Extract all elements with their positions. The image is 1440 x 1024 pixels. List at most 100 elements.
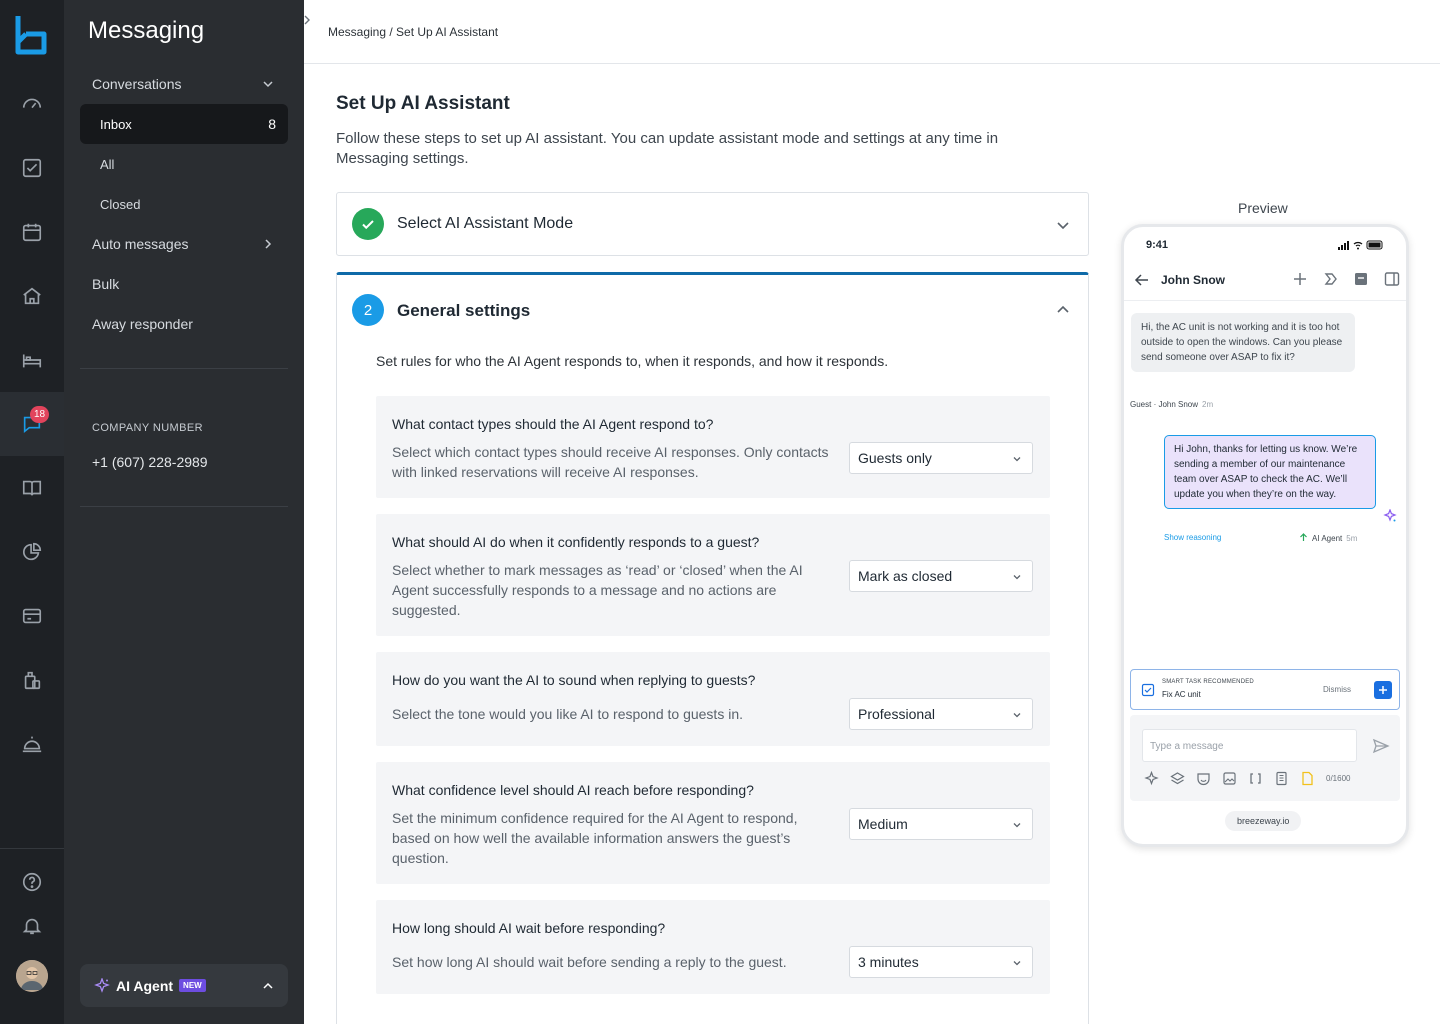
confidence-level-select[interactable]: Medium [849,808,1033,840]
nav-closed[interactable]: Closed [80,184,288,224]
chevron-down-icon [1013,961,1021,966]
chevron-up-icon[interactable] [1056,303,1070,317]
arrow-up-icon [1300,533,1307,541]
task-check-icon [1141,683,1155,697]
setting-wait-time: How long should AI wait before respondin… [376,900,1050,994]
show-reasoning-link[interactable]: Show reasoning [1164,533,1221,542]
nav-divider [80,368,288,369]
setting-tone: How do you want the AI to sound when rep… [376,652,1050,746]
step-select-mode[interactable]: Select AI Assistant Mode [336,192,1089,256]
add-task-button[interactable] [1374,681,1392,699]
nav-bulk[interactable]: Bulk [80,264,288,304]
bed-icon[interactable] [0,328,64,392]
nav-conversations-label: Conversations [92,76,182,92]
message-input[interactable]: Type a message [1142,729,1357,762]
dashboard-icon[interactable] [0,72,64,136]
chevron-right-icon [265,239,272,249]
tag-icon[interactable] [1323,271,1339,287]
contact-name: John Snow [1161,273,1225,287]
nav-conversations[interactable]: Conversations [80,64,288,104]
service-bell-icon[interactable] [0,712,64,776]
company-number: +1 (607) 228-2989 [92,454,208,470]
nav-auto-messages[interactable]: Auto messages [80,224,288,264]
nav-away-responder[interactable]: Away responder [80,304,288,344]
setting-question: How do you want the AI to sound when rep… [392,672,756,688]
phone-preview: 9:41 John Snow Hi, the AC unit is not wo… [1121,224,1409,847]
smart-task-card: SMART TASK RECOMMENDED Fix AC unit Dismi… [1130,669,1400,710]
setting-description: Set the minimum confidence required for … [392,810,798,866]
nav-away-responder-label: Away responder [92,316,193,332]
tasks-icon[interactable] [0,136,64,200]
side-panel-icon[interactable] [1384,271,1400,287]
dismiss-button[interactable]: Dismiss [1323,685,1351,694]
ai-message: Hi John, thanks for letting us know. We’… [1164,435,1376,509]
page-title: Set Up AI Assistant [336,93,510,114]
notifications-icon[interactable] [0,894,64,958]
inventory-icon[interactable] [0,648,64,712]
calendar-icon[interactable] [0,200,64,264]
ai-agent-button[interactable]: AI Agent NEW [80,964,288,1007]
archive-icon[interactable] [1353,271,1369,287]
guidebook-icon[interactable] [0,456,64,520]
reports-icon[interactable] [0,520,64,584]
breadcrumb: Messaging / Set Up AI Assistant [328,25,499,39]
back-arrow-icon[interactable] [1134,272,1150,288]
messaging-nav: Messaging Conversations Inbox 8 All Clos… [64,0,304,1024]
ai-agent-label: AI Agent [116,977,174,994]
billing-icon[interactable] [0,584,64,648]
icon-rail: 18 [0,0,64,1024]
home-icon[interactable] [0,264,64,328]
nav-all-label: All [100,156,115,172]
guest-sender: Guest · John Snow [1130,400,1199,409]
general-settings-intro: Set rules for who the AI Agent responds … [376,353,889,369]
layers-icon[interactable] [1170,771,1185,786]
phone-status-icons [1338,240,1383,250]
step-number: 2 [352,294,384,326]
collapse-sidebar-icon[interactable] [300,10,316,30]
preview-label: Preview [1238,200,1288,216]
contact-types-select[interactable]: Guests only [849,442,1033,474]
wait-time-select[interactable]: 3 minutes [849,946,1033,978]
messages-icon[interactable]: 18 [0,392,64,456]
brackets-icon[interactable] [1248,771,1263,786]
step-general-settings-label: General settings [397,301,531,320]
top-bar: Messaging / Set Up AI Assistant [304,0,1440,64]
sparkle-icon[interactable] [1144,771,1159,786]
chevron-down-icon[interactable] [1056,218,1070,232]
setting-question: What confidence level should AI reach be… [392,782,754,798]
rail-divider [0,848,64,849]
inbox-count: 8 [268,116,276,132]
ai-message-meta: AI Agent 5m [1299,533,1357,543]
new-badge: NEW [179,979,206,992]
document-icon[interactable] [1274,771,1289,786]
nav-inbox[interactable]: Inbox 8 [80,104,288,144]
setting-question: How long should AI wait before respondin… [392,920,666,936]
nav-divider [80,506,288,507]
setting-description: Select which contact types should receiv… [392,444,829,480]
plus-icon[interactable] [1292,271,1308,287]
user-avatar[interactable] [16,960,48,992]
nav-bulk-label: Bulk [92,276,120,292]
select-value: 3 minutes [858,954,919,970]
smart-task-title: Fix AC unit [1162,690,1201,699]
send-icon[interactable] [1372,737,1390,755]
nav-all[interactable]: All [80,144,288,184]
breezeway-logo[interactable] [14,14,50,58]
step-general-settings: 2 General settings Set rules for who the… [336,272,1089,1024]
tone-select[interactable]: Professional [849,698,1033,730]
chevron-down-icon [1013,457,1021,462]
note-icon[interactable] [1300,771,1315,786]
setting-description: Set how long AI should wait before sendi… [392,954,787,970]
plus-icon [1379,686,1387,694]
select-value: Professional [858,706,936,722]
smart-task-label: SMART TASK RECOMMENDED [1162,679,1254,685]
step-select-mode-label: Select AI Assistant Mode [397,215,574,232]
nav-closed-label: Closed [100,196,141,212]
emoji-icon[interactable] [1196,771,1211,786]
select-value: Medium [858,816,908,832]
character-counter: 0/1600 [1326,774,1351,783]
image-icon[interactable] [1222,771,1237,786]
setting-contact-types: What contact types should the AI Agent r… [376,396,1050,498]
chat-header: John Snow [1124,261,1406,301]
confident-response-select[interactable]: Mark as closed [849,560,1033,592]
